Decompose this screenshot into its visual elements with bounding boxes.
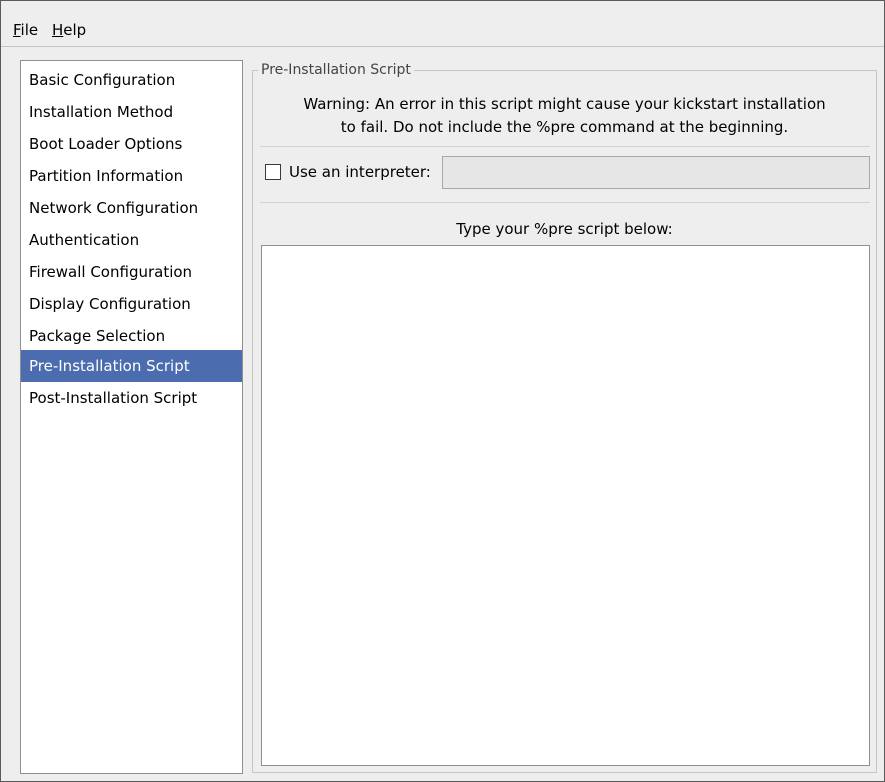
section-list: Basic Configuration Installation Method …	[20, 60, 243, 774]
interpreter-input[interactable]	[442, 156, 870, 189]
warning-line-1: Warning: An error in this script might c…	[303, 95, 826, 113]
sidebar-item-basic-configuration[interactable]: Basic Configuration	[21, 64, 242, 96]
interpreter-checkbox-label[interactable]: Use an interpreter:	[289, 163, 431, 181]
frame-title: Pre-Installation Script	[258, 62, 414, 79]
sidebar-item-firewall-configuration[interactable]: Firewall Configuration	[21, 256, 242, 288]
menu-file-label: ile	[20, 21, 39, 39]
menu-bar: File Help	[1, 1, 884, 47]
sidebar-item-display-configuration[interactable]: Display Configuration	[21, 288, 242, 320]
divider-bottom	[260, 202, 870, 203]
menu-help-label: elp	[63, 21, 87, 39]
warning-text: Warning: An error in this script might c…	[252, 93, 877, 139]
sidebar-item-post-installation-script[interactable]: Post-Installation Script	[21, 382, 242, 414]
sidebar-item-installation-method[interactable]: Installation Method	[21, 96, 242, 128]
script-prompt: Type your %pre script below:	[456, 220, 673, 238]
menu-help-mnemonic: H	[52, 21, 64, 39]
menu-help[interactable]: Help	[52, 21, 86, 39]
sidebar-item-boot-loader-options[interactable]: Boot Loader Options	[21, 128, 242, 160]
menu-file[interactable]: File	[13, 21, 38, 39]
sidebar-item-pre-installation-script[interactable]: Pre-Installation Script	[21, 350, 242, 382]
interpreter-checkbox[interactable]	[265, 164, 281, 180]
warning-line-2: to fail. Do not include the %pre command…	[340, 118, 789, 136]
sidebar-item-package-selection[interactable]: Package Selection	[21, 320, 242, 352]
menu-file-mnemonic: F	[13, 21, 21, 39]
script-textarea[interactable]	[261, 245, 870, 766]
sidebar-item-partition-information[interactable]: Partition Information	[21, 160, 242, 192]
kickstart-window: File Help Basic Configuration Installati…	[0, 0, 885, 782]
sidebar-item-network-configuration[interactable]: Network Configuration	[21, 192, 242, 224]
sidebar-item-authentication[interactable]: Authentication	[21, 224, 242, 256]
divider-top	[260, 146, 870, 147]
